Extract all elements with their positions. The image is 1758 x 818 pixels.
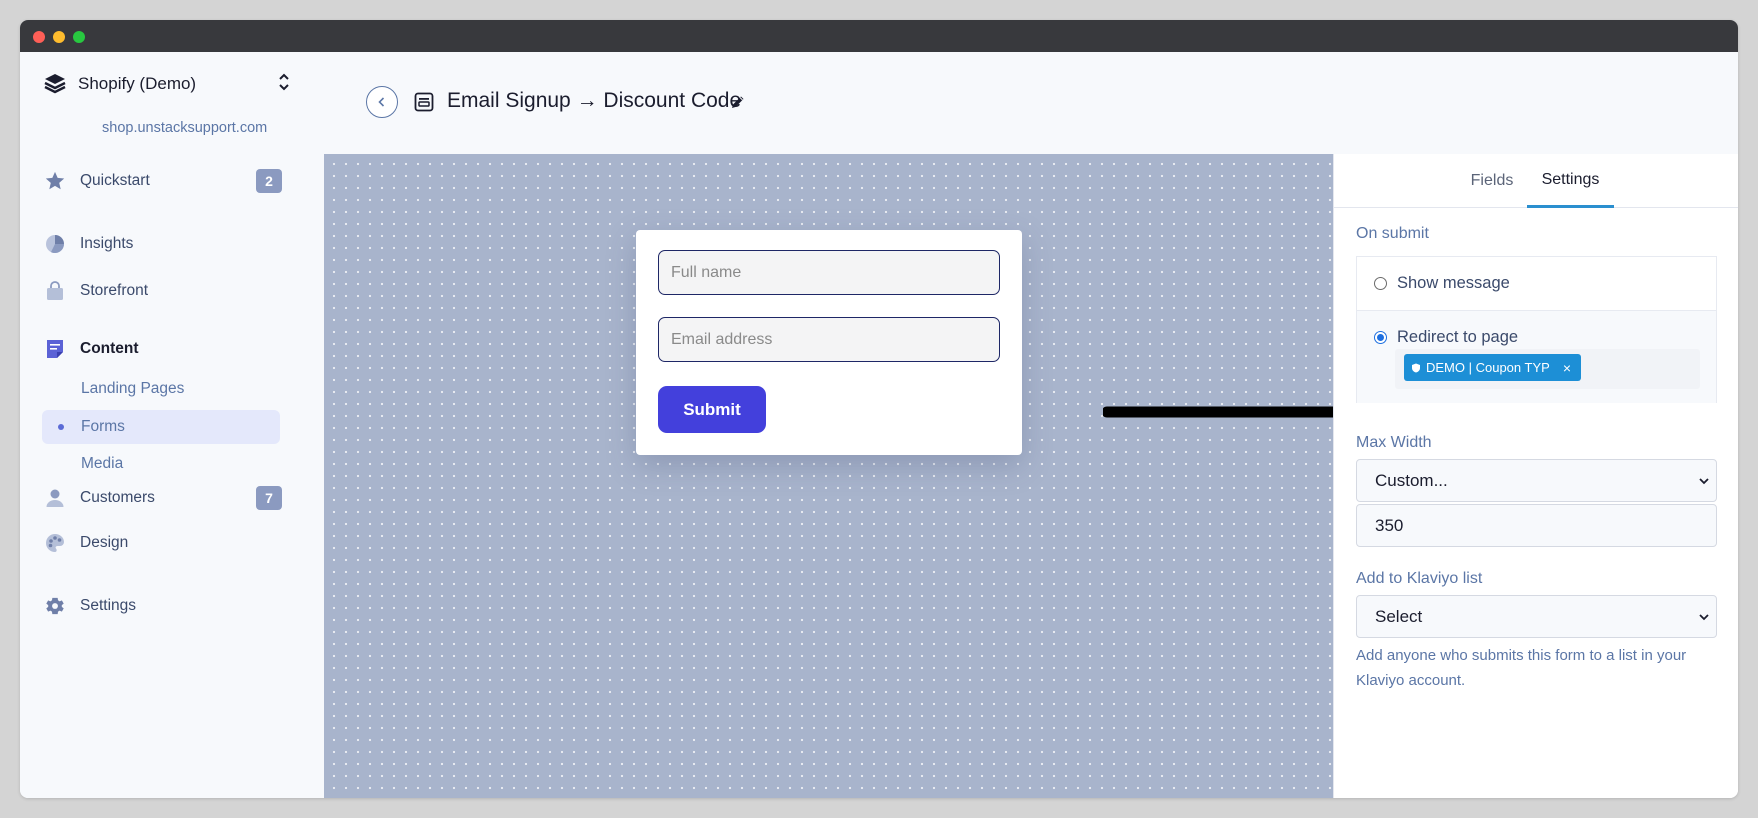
klaviyo-list-label: Add to Klaviyo list [1356, 570, 1483, 587]
pencil-icon[interactable] [730, 94, 746, 110]
klaviyo-help-text: Add anyone who submits this form to a li… [1356, 647, 1687, 689]
tag-label: DEMO | Coupon TYP [1426, 360, 1550, 375]
sidebar-item-landing-pages[interactable]: Landing Pages [42, 372, 280, 406]
form-preview-card: Full name Email address Submit [636, 230, 1022, 455]
max-width-label: Max Width [1356, 434, 1432, 451]
sidebar-item-label: Content [80, 340, 139, 357]
select-value: Select [1375, 606, 1423, 626]
show-message-radio[interactable] [1374, 277, 1387, 290]
sidebar: Shopify (Demo) shop.unstacksupport.com Q… [20, 52, 325, 798]
redirect-page-tag: DEMO | Coupon TYP × [1404, 354, 1581, 381]
remove-tag-button[interactable]: × [1563, 360, 1571, 376]
sidebar-item-label: Forms [81, 418, 125, 435]
form-preview-canvas: Full name Email address Submit [324, 154, 1333, 798]
form-icon [414, 92, 434, 112]
max-width-input[interactable]: 350 [1356, 504, 1717, 547]
redirect-page-picker[interactable]: DEMO | Coupon TYP × [1395, 349, 1700, 389]
sidebar-item-label: Design [80, 534, 129, 551]
page-title: Email Signup → Discount Code [447, 89, 742, 112]
sidebar-item-label: Storefront [80, 282, 149, 299]
tab-settings[interactable]: Settings [1527, 154, 1614, 208]
klaviyo-list-select[interactable]: Select [1356, 595, 1717, 638]
sidebar-item-settings[interactable]: Settings [44, 589, 302, 623]
option-label: Redirect to page [1397, 328, 1519, 346]
close-window-button[interactable] [33, 31, 45, 43]
option-show-message[interactable]: Show message [1357, 257, 1716, 311]
customers-count-badge: 7 [256, 486, 282, 510]
active-bullet [58, 424, 64, 430]
submit-button[interactable]: Submit [658, 386, 766, 433]
gear-icon [44, 595, 66, 617]
select-value: Custom... [1375, 470, 1448, 490]
sidebar-item-label: Media [81, 455, 124, 472]
settings-panel: Fields Settings On submit Show message R… [1333, 154, 1738, 798]
sidebar-item-label: Quickstart [80, 172, 150, 189]
document-icon [44, 338, 66, 360]
email-field[interactable]: Email address [658, 317, 1000, 362]
palette-icon [44, 532, 66, 554]
store-name: Shopify (Demo) [78, 74, 197, 93]
tab-fields[interactable]: Fields [1452, 154, 1532, 208]
chevron-left-icon [378, 97, 385, 107]
sidebar-item-forms[interactable]: Forms [42, 410, 280, 444]
quickstart-count-badge: 2 [256, 169, 282, 193]
layers-logo-icon [44, 74, 66, 94]
page-header: Email Signup → Discount Code [325, 52, 1738, 154]
max-width-select[interactable]: Custom... [1356, 459, 1717, 502]
sidebar-item-customers[interactable]: Customers 7 [44, 481, 302, 515]
sidebar-item-label: Settings [80, 597, 137, 614]
user-icon [44, 487, 66, 509]
redirect-radio[interactable] [1374, 331, 1387, 344]
title-bar [20, 20, 1738, 52]
sidebar-item-quickstart[interactable]: Quickstart 2 [44, 164, 302, 198]
chevron-up-down-icon[interactable] [278, 72, 290, 92]
app-window: Shopify (Demo) shop.unstacksupport.com Q… [20, 20, 1738, 798]
minimize-window-button[interactable] [53, 31, 65, 43]
on-submit-label: On submit [1356, 225, 1429, 242]
on-submit-options: Show message Redirect to page DEMO | Cou… [1356, 256, 1717, 403]
sidebar-item-storefront[interactable]: Storefront [44, 274, 302, 308]
sidebar-item-content[interactable]: Content [44, 332, 302, 366]
sidebar-item-media[interactable]: Media [42, 447, 280, 481]
back-button[interactable] [366, 86, 398, 118]
option-label: Show message [1397, 274, 1510, 292]
store-url[interactable]: shop.unstacksupport.com [102, 120, 267, 136]
sidebar-item-insights[interactable]: Insights [44, 227, 302, 261]
star-icon [44, 170, 66, 192]
pie-chart-icon [44, 233, 66, 255]
shopping-bag-icon [44, 280, 66, 302]
full-name-field[interactable]: Full name [658, 250, 1000, 295]
chevron-down-icon [1699, 614, 1709, 621]
chevron-down-icon [1699, 478, 1709, 485]
sidebar-item-label: Customers [80, 489, 155, 506]
sidebar-item-label: Landing Pages [81, 380, 185, 397]
panel-tabs: Fields Settings [1334, 154, 1738, 208]
sidebar-item-label: Insights [80, 235, 134, 252]
sidebar-item-design[interactable]: Design [44, 526, 302, 560]
maximize-window-button[interactable] [73, 31, 85, 43]
shield-icon [1412, 363, 1420, 372]
